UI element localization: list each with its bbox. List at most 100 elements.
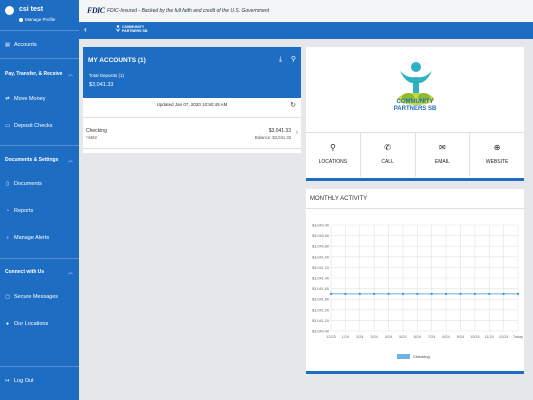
y-tick-label: $3,040.80 bbox=[312, 245, 329, 249]
x-tick-label: 3/24 bbox=[370, 335, 377, 339]
data-point bbox=[416, 292, 419, 295]
action-label: EMAIL bbox=[434, 159, 450, 165]
sidebar-item-reports[interactable]: ◔ Reports bbox=[5, 208, 33, 214]
message-icon: ▢ bbox=[5, 294, 10, 300]
x-tick-label: 4/24 bbox=[385, 335, 392, 339]
x-tick-label: 6/24 bbox=[414, 335, 421, 339]
sidebar-item-our-locations[interactable]: ● Our Locations bbox=[5, 321, 48, 327]
data-point bbox=[358, 292, 361, 295]
my-accounts-panel: MY ACCOUNTS (1) ⤓ ⚲ Total Deposits (1) $… bbox=[83, 47, 301, 153]
email-icon: ✉ bbox=[439, 143, 446, 152]
y-tick-label: $3,040.40 bbox=[312, 224, 329, 228]
data-point bbox=[502, 292, 505, 295]
sidebar-item-deposit-checks[interactable]: ▭ Deposit Checks bbox=[5, 123, 52, 129]
bank-info-card: COMMUNITY PARTNERS SB ⚲ LOCATIONS ✆ CALL… bbox=[306, 47, 524, 178]
chevron-up-icon[interactable]: ︿ bbox=[68, 71, 73, 78]
logo-line-1: COMMUNITY bbox=[396, 99, 434, 105]
x-tick-label: 5/24 bbox=[399, 335, 406, 339]
gear-icon bbox=[19, 17, 23, 22]
search-icon[interactable]: ⚲ bbox=[291, 55, 296, 63]
website-button[interactable]: ⊕ WEBSITE bbox=[470, 133, 524, 177]
accounts-header: MY ACCOUNTS (1) ⤓ ⚲ Total Deposits (1) $… bbox=[83, 47, 301, 98]
header-brand-logo: COMMUNITY PARTNERS SB bbox=[115, 25, 148, 33]
data-point bbox=[516, 292, 520, 295]
download-icon[interactable]: ⤓ bbox=[279, 56, 282, 64]
data-point bbox=[344, 292, 347, 295]
account-number: *4462 bbox=[86, 135, 97, 140]
brand-line-2: PARTNERS SB bbox=[122, 29, 148, 33]
data-point bbox=[488, 292, 491, 295]
data-point bbox=[473, 292, 476, 295]
location-pin-icon: ● bbox=[5, 321, 10, 327]
y-tick-label: $3,041.80 bbox=[312, 298, 329, 302]
data-point bbox=[387, 292, 390, 295]
y-tick-label: $3,041.00 bbox=[312, 255, 329, 259]
chevron-right-icon: › bbox=[296, 130, 298, 136]
data-point bbox=[401, 292, 405, 295]
x-tick-label: 12/23 bbox=[326, 335, 336, 339]
account-name: Checking bbox=[86, 128, 107, 134]
x-tick-label: 8/24 bbox=[442, 335, 449, 339]
sidebar-item-label: Secure Messages bbox=[14, 294, 59, 300]
logo-line-2: PARTNERS SB bbox=[393, 106, 437, 112]
chevron-up-icon[interactable]: ︿ bbox=[68, 157, 73, 164]
sidebar-item-label: Log Out bbox=[14, 378, 34, 384]
updated-timestamp: Updated Jan 07, 2020 10:50:49 AM bbox=[156, 102, 228, 107]
y-tick-label: $3,041.60 bbox=[312, 287, 329, 291]
section-pay-transfer[interactable]: Pay, Transfer, & Receive bbox=[5, 71, 62, 77]
y-tick-label: $3,041.20 bbox=[312, 319, 329, 323]
sidebar-item-label: Accounts bbox=[14, 42, 37, 48]
contact-actions: ⚲ LOCATIONS ✆ CALL ✉ EMAIL ⊕ WEBSITE bbox=[306, 132, 524, 177]
y-tick-label: $3,040.60 bbox=[312, 234, 329, 238]
back-chevron-icon[interactable]: ‹ bbox=[84, 25, 87, 34]
phone-icon: ✆ bbox=[384, 143, 391, 152]
x-tick-label: 1/24 bbox=[342, 335, 349, 339]
divider bbox=[0, 30, 79, 31]
fdic-banner: FDIC FDIC-Insured - Backed by the full f… bbox=[79, 0, 533, 22]
user-avatar-icon bbox=[5, 6, 14, 15]
sidebar-item-label: Reports bbox=[14, 208, 34, 214]
refresh-icon[interactable]: ↻ bbox=[290, 101, 296, 109]
sidebar-item-log-out[interactable]: ↦ Log Out bbox=[5, 378, 34, 384]
header-bar: ‹ COMMUNITY PARTNERS SB bbox=[79, 22, 533, 39]
section-connect[interactable]: Connect with Us bbox=[5, 269, 44, 275]
account-amount: $3,041.33 bbox=[268, 128, 291, 134]
accent-bar bbox=[306, 178, 524, 181]
sidebar-item-documents[interactable]: ▯ Documents bbox=[5, 181, 42, 187]
divider bbox=[0, 145, 79, 146]
call-button[interactable]: ✆ CALL bbox=[361, 133, 416, 177]
sidebar-item-move-money[interactable]: ⇄ Move Money bbox=[5, 96, 46, 102]
globe-icon: ⊕ bbox=[493, 143, 501, 152]
data-point bbox=[373, 292, 376, 295]
section-documents-settings[interactable]: Documents & Settings bbox=[5, 157, 58, 163]
accounts-title: MY ACCOUNTS (1) bbox=[88, 57, 146, 64]
email-button[interactable]: ✉ EMAIL bbox=[416, 133, 471, 177]
locations-button[interactable]: ⚲ LOCATIONS bbox=[306, 133, 361, 177]
sidebar-item-label: Move Money bbox=[14, 96, 46, 102]
sidebar-item-manage-alerts[interactable]: ♪ Manage Alerts bbox=[5, 235, 49, 241]
account-balance: Balance: $3,041.33 bbox=[254, 135, 291, 140]
logo-text: COMMUNITY PARTNERS SB bbox=[306, 99, 524, 113]
manage-profile-label: Manage Profile bbox=[25, 17, 56, 22]
reports-icon: ◔ bbox=[5, 208, 10, 214]
chevron-up-icon[interactable]: ︿ bbox=[68, 269, 73, 276]
sidebar-item-label: Manage Alerts bbox=[14, 235, 50, 241]
monthly-activity-panel: MONTHLY ACTIVITY $3,040.40 $3,040.60 $3,04… bbox=[306, 189, 524, 371]
check-deposit-icon: ▭ bbox=[5, 123, 10, 129]
total-deposits-label: Total Deposits (1) bbox=[89, 73, 125, 78]
x-tick-label: Today bbox=[513, 335, 523, 339]
manage-profile-link[interactable]: Manage Profile bbox=[19, 17, 55, 22]
app-window: csi test Manage Profile ▤ Accounts Pay, … bbox=[0, 0, 533, 400]
y-tick-label: $3,041.00 bbox=[312, 308, 329, 312]
sidebar-item-secure-messages[interactable]: ▢ Secure Messages bbox=[5, 294, 58, 300]
divider bbox=[0, 366, 79, 367]
fdic-text: FDIC-Insured - Backed by the full faith … bbox=[107, 8, 270, 14]
divider bbox=[83, 148, 301, 149]
data-point bbox=[329, 292, 333, 295]
sidebar-item-label: Documents bbox=[14, 181, 42, 187]
logout-icon: ↦ bbox=[5, 378, 10, 384]
sidebar-item-accounts[interactable]: ▤ Accounts bbox=[5, 42, 37, 48]
user-name: csi test bbox=[19, 6, 44, 13]
sidebar: csi test Manage Profile ▤ Accounts Pay, … bbox=[0, 0, 79, 400]
x-tick-label: 12/24 bbox=[499, 335, 509, 339]
